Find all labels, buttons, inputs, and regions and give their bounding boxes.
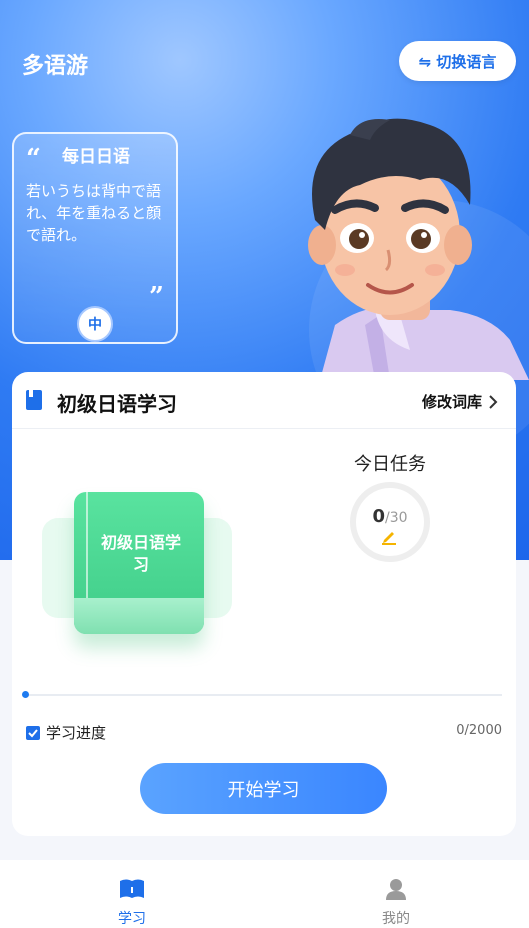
study-card-title: 初级日语学习 — [57, 392, 177, 416]
progress-label-text: 学习进度 — [46, 724, 107, 742]
progress-count: 0/2000 — [456, 723, 502, 738]
avatar-illustration — [280, 110, 529, 380]
book-icon — [26, 390, 42, 410]
user-icon — [386, 879, 406, 900]
book-spine — [86, 492, 88, 598]
today-task-title: 今日任务 — [354, 454, 426, 475]
daily-quote-text: 若いうちは背中で語れ、年を重ねると顔で語れ。 — [26, 182, 162, 244]
progress-track — [24, 694, 502, 696]
start-study-button[interactable]: 开始学习 — [140, 763, 387, 814]
today-task-count: 0/30 — [356, 506, 424, 527]
book-cover-area[interactable]: 初级日语学习 — [42, 472, 242, 652]
today-task-ring: 0/30 — [350, 482, 430, 562]
edit-wordbank-link[interactable]: 修改词库 — [422, 391, 498, 412]
tab-mine[interactable]: 我的 — [264, 860, 528, 928]
book-cover-label: 初级日语学习 — [100, 533, 181, 574]
book-cover: 初级日语学习 — [74, 492, 204, 634]
quote-open-icon: “ — [26, 144, 41, 174]
daily-quote-title: 每日日语 — [62, 147, 130, 167]
chevron-right-icon — [489, 394, 498, 409]
tab-study-label: 学习 — [118, 911, 146, 927]
edit-wordbank-label: 修改词库 — [421, 393, 482, 411]
task-total-count: /30 — [385, 510, 408, 526]
task-done-count: 0 — [372, 506, 385, 527]
progress-indicator — [22, 691, 29, 698]
switch-language-button[interactable]: ⇋ 切换语言 — [399, 41, 516, 81]
tab-mine-label: 我的 — [382, 911, 410, 927]
quote-close-icon: ” — [149, 282, 164, 312]
bottom-tabbar: 学习 我的 — [0, 860, 529, 928]
app-title: 多语游 — [22, 54, 89, 79]
progress-label: 学习进度 — [26, 722, 106, 743]
tab-study[interactable]: 学习 — [0, 860, 264, 928]
pencil-icon — [382, 532, 396, 545]
study-card-header: 初级日语学习 修改词库 — [12, 372, 516, 429]
study-card: 初级日语学习 修改词库 初级日语学习 今日任务 0/30 学习进度 0/2000… — [12, 372, 516, 836]
calendar-check-icon — [26, 726, 40, 740]
translate-button[interactable]: 中 — [77, 306, 113, 342]
daily-quote-card: “ 每日日语 若いうちは背中で語れ、年を重ねると顔で語れ。 ” 中 — [12, 132, 178, 344]
book-pages — [74, 598, 204, 634]
open-book-icon — [120, 879, 144, 898]
